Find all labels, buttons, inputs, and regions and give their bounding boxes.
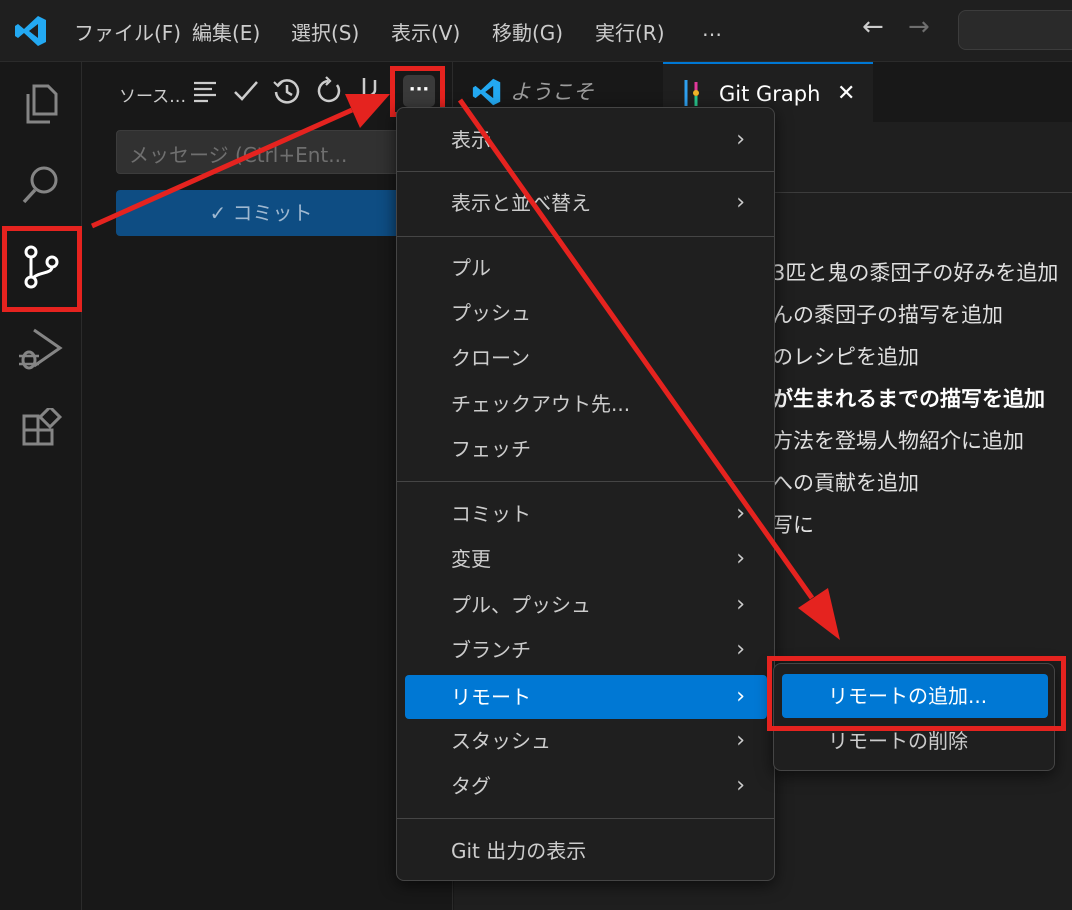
refresh-icon[interactable] bbox=[314, 76, 344, 106]
menu-separator bbox=[397, 236, 774, 237]
menu-item-clone[interactable]: クローン bbox=[405, 338, 767, 378]
chevron-right-icon: › bbox=[736, 501, 745, 526]
menu-item-label: クローン bbox=[451, 346, 530, 370]
menu-item-label: チェックアウト先... bbox=[451, 392, 631, 416]
menu-go[interactable]: 移動(G) bbox=[492, 17, 563, 46]
add-remote-highlight bbox=[767, 656, 1066, 731]
menu-item-pull-push[interactable]: プル、プッシュ › bbox=[405, 585, 767, 625]
search-icon[interactable] bbox=[16, 160, 66, 210]
menu-item-label: タグ bbox=[451, 774, 491, 798]
menu-item-checkout[interactable]: チェックアウト先... bbox=[405, 384, 767, 424]
title-bar: ファイル(F) 編集(E) 選択(S) 表示(V) 移動(G) 実行(R) … … bbox=[0, 0, 1072, 62]
chevron-right-icon: › bbox=[736, 127, 745, 152]
forward-arrow-icon[interactable]: → bbox=[908, 12, 930, 42]
menu-item-label: リモート bbox=[451, 685, 531, 709]
menu-item-pull[interactable]: プル bbox=[405, 248, 767, 288]
menu-item-tags[interactable]: タグ › bbox=[405, 766, 767, 806]
sidebar-title: ソース… bbox=[119, 87, 187, 107]
menu-item-fetch[interactable]: フェッチ bbox=[405, 429, 767, 469]
menu-more[interactable]: … bbox=[702, 17, 722, 41]
more-actions-menu: 表示 › 表示と並べ替え › プル プッシュ クローン チェックアウト先... フェ… bbox=[396, 107, 775, 881]
commit-row[interactable]: 写に bbox=[772, 509, 814, 539]
menu-item-label: 表示 bbox=[451, 128, 491, 152]
extensions-icon[interactable] bbox=[16, 408, 66, 458]
commit-row[interactable]: 3匹と鬼の黍団子の好みを追加 bbox=[772, 257, 1058, 287]
check-icon[interactable] bbox=[231, 76, 261, 106]
menu-selection[interactable]: 選択(S) bbox=[291, 17, 359, 46]
menu-item-branch[interactable]: ブランチ › bbox=[405, 630, 767, 670]
menu-item-label: 変更 bbox=[451, 547, 491, 571]
explorer-icon[interactable] bbox=[16, 78, 66, 128]
menu-item-label: リモートの削除 bbox=[828, 729, 968, 753]
menu-item-label: Git 出力の表示 bbox=[451, 839, 587, 863]
menu-item-label: ブランチ bbox=[451, 638, 531, 662]
menu-item-commit[interactable]: コミット › bbox=[405, 494, 767, 534]
menu-item-view-sort[interactable]: 表示と並べ替え › bbox=[405, 183, 767, 223]
chevron-right-icon: › bbox=[736, 592, 745, 617]
vscode-logo-icon bbox=[15, 16, 46, 46]
menu-edit[interactable]: 編集(E) bbox=[192, 17, 260, 46]
commit-row[interactable]: が生まれるまでの描写を追加 bbox=[772, 383, 1045, 413]
git-graph-icon[interactable] bbox=[355, 76, 385, 106]
menu-item-changes[interactable]: 変更 › bbox=[405, 539, 767, 579]
commit-button[interactable]: ✓ コミット bbox=[116, 190, 406, 236]
source-control-highlight bbox=[2, 226, 82, 312]
menu-separator bbox=[397, 481, 774, 482]
chevron-right-icon: › bbox=[736, 684, 745, 709]
commit-row[interactable]: んの黍団子の描写を追加 bbox=[772, 299, 1003, 329]
menu-item-label: 表示と並べ替え bbox=[451, 191, 591, 215]
menu-item-label: コミット bbox=[451, 502, 531, 526]
menu-item-push[interactable]: プッシュ bbox=[405, 293, 767, 333]
menu-view[interactable]: 表示(V) bbox=[391, 17, 460, 46]
commit-message-input[interactable]: メッセージ (Ctrl+Ent... bbox=[116, 130, 406, 174]
menu-item-remote[interactable]: リモート › bbox=[405, 675, 767, 719]
menu-run[interactable]: 実行(R) bbox=[595, 17, 665, 46]
menu-file[interactable]: ファイル(F) bbox=[74, 17, 181, 46]
menu-separator bbox=[397, 818, 774, 819]
list-icon[interactable] bbox=[190, 76, 220, 106]
chevron-right-icon: › bbox=[736, 728, 745, 753]
activity-bar bbox=[0, 62, 82, 910]
menu-item-label: フェッチ bbox=[451, 437, 531, 461]
chevron-right-icon: › bbox=[736, 773, 745, 798]
menu-item-stash[interactable]: スタッシュ › bbox=[405, 721, 767, 761]
history-icon[interactable] bbox=[272, 76, 302, 106]
vscode-logo-icon bbox=[472, 78, 501, 106]
command-center-search[interactable] bbox=[958, 10, 1072, 50]
menu-item-label: プル、プッシュ bbox=[451, 593, 591, 617]
commit-row[interactable]: のレシピを追加 bbox=[772, 341, 919, 371]
back-arrow-icon[interactable]: ← bbox=[862, 12, 884, 42]
menu-item-show-git-output[interactable]: Git 出力の表示 bbox=[405, 831, 767, 871]
commit-row[interactable]: 方法を登場人物紹介に追加 bbox=[772, 425, 1024, 455]
commit-row[interactable]: への貢献を追加 bbox=[772, 467, 919, 497]
menu-separator bbox=[397, 171, 774, 172]
menu-item-label: スタッシュ bbox=[451, 729, 551, 753]
chevron-right-icon: › bbox=[736, 637, 745, 662]
close-icon[interactable]: ✕ bbox=[837, 64, 855, 124]
chevron-right-icon: › bbox=[736, 190, 745, 215]
chevron-right-icon: › bbox=[736, 546, 745, 571]
run-debug-icon[interactable] bbox=[16, 324, 66, 374]
git-graph-icon bbox=[684, 80, 699, 106]
menu-item-label: プッシュ bbox=[451, 301, 531, 325]
menu-item-label: プル bbox=[451, 256, 491, 280]
menu-item-view[interactable]: 表示 › bbox=[405, 120, 767, 160]
